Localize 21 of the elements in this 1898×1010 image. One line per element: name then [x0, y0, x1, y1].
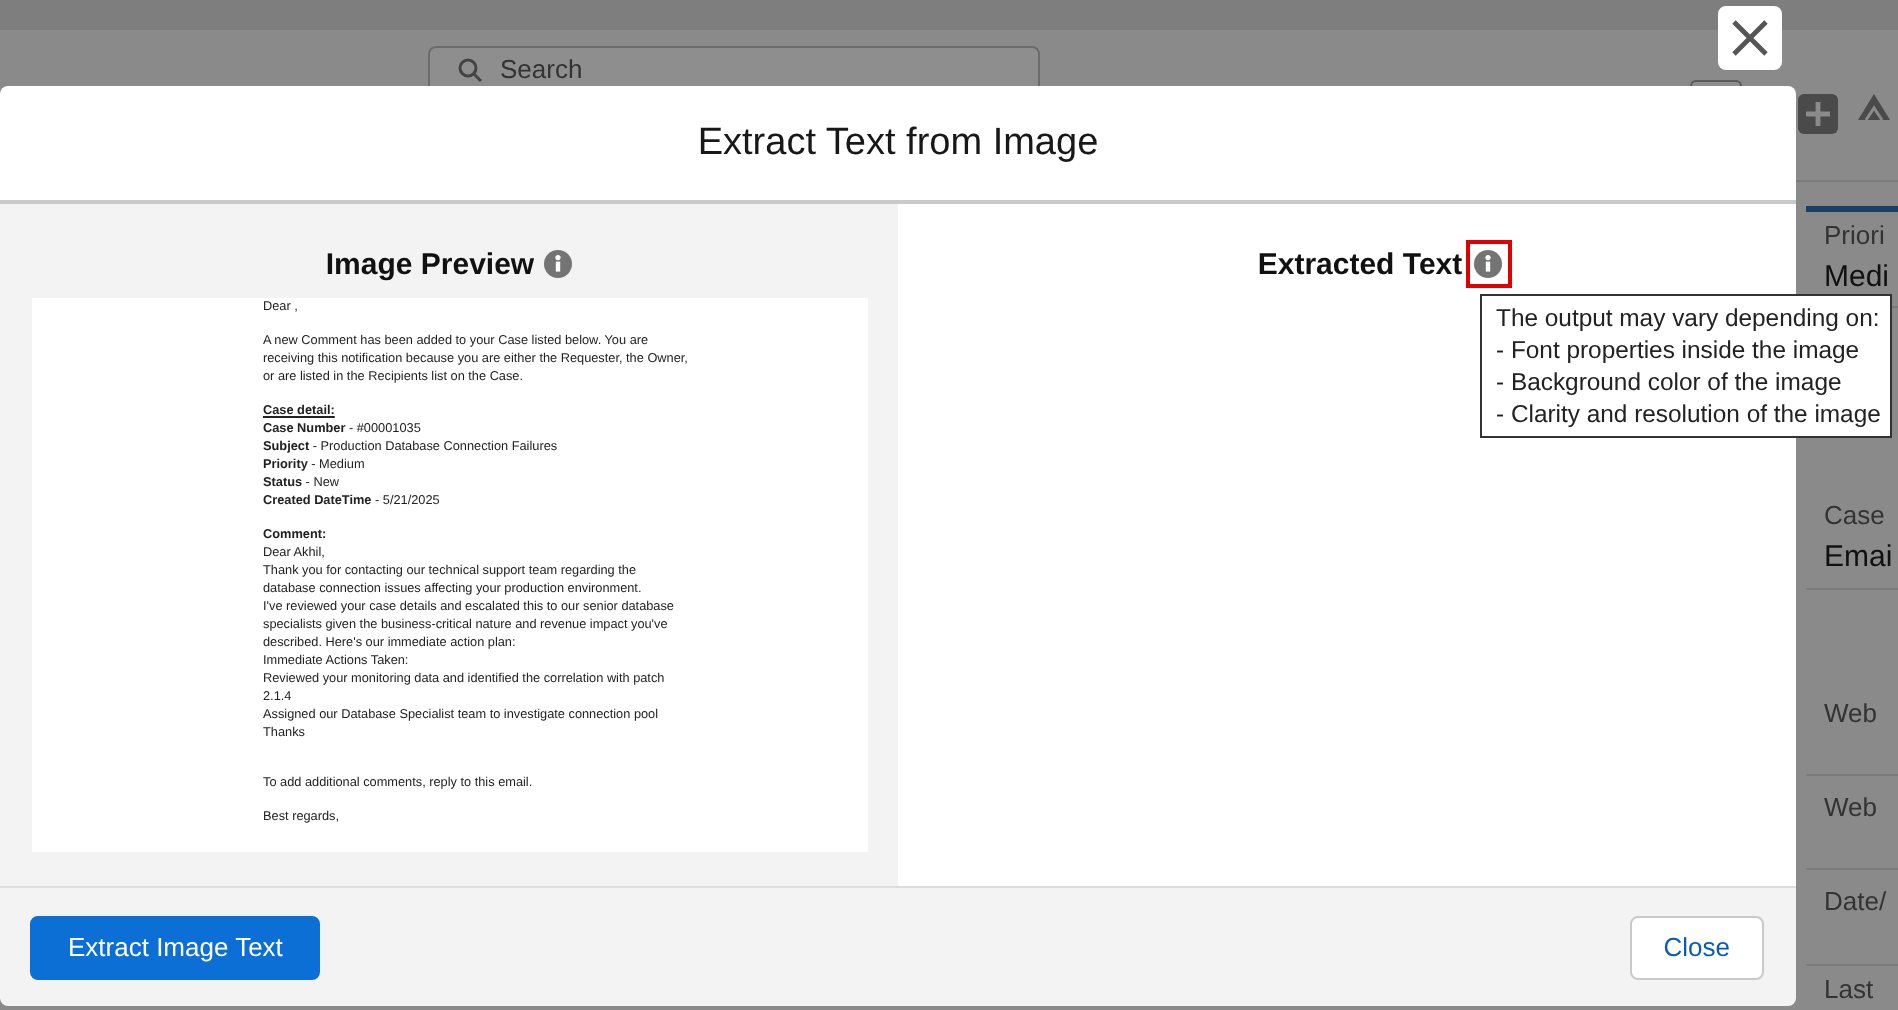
panel-heading: Image Preview — [325, 247, 535, 281]
field-label: Case — [1824, 500, 1885, 530]
modal-title: Extract Text from Image — [697, 121, 1099, 165]
info-icon[interactable] — [1474, 250, 1503, 278]
extract-button[interactable]: Extract Image Text — [30, 915, 321, 979]
field-value: Medi — [1824, 260, 1890, 294]
close-button[interactable] — [1718, 6, 1782, 70]
field-label: Web — [1824, 792, 1877, 822]
field-value: Emai — [1824, 540, 1893, 574]
close-button[interactable]: Close — [1629, 915, 1764, 979]
info-icon[interactable] — [544, 250, 573, 278]
panel-heading: Extracted Text — [1257, 247, 1463, 281]
field-label: Date/ — [1824, 886, 1887, 916]
plus-icon[interactable] — [1798, 94, 1838, 134]
field-label: Last — [1824, 974, 1874, 1004]
search-icon — [458, 58, 482, 82]
field-label: Priori — [1824, 220, 1885, 250]
field-label: Web — [1824, 698, 1877, 728]
search-placeholder: Search — [500, 54, 583, 84]
tooltip: The output may vary depending on: - Font properties inside the image - Background color of the image - Clarity and resolution of the image — [1480, 294, 1893, 438]
close-icon — [1730, 18, 1770, 58]
